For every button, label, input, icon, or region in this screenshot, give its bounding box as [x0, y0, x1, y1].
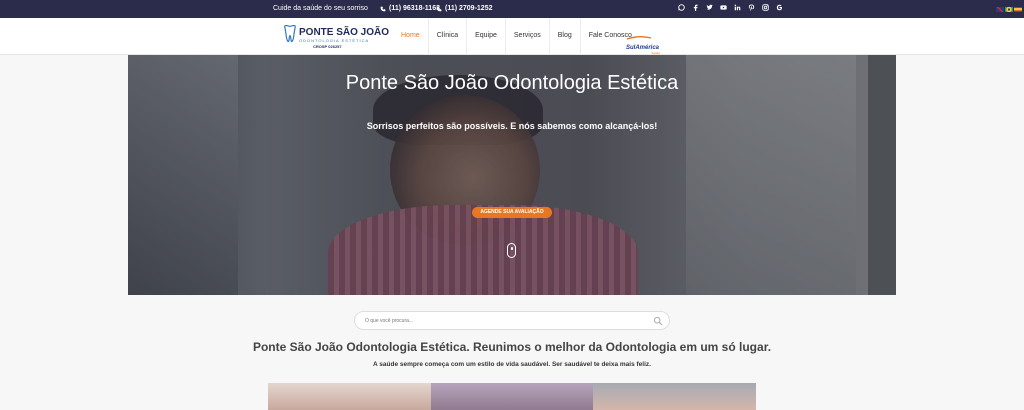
whatsapp-icon[interactable]: [678, 4, 685, 13]
sulamerica-swoosh-icon: [626, 36, 652, 40]
brazil-flag-icon[interactable]: [1005, 7, 1013, 12]
google-icon[interactable]: [776, 4, 783, 13]
uk-flag-icon[interactable]: [996, 7, 1004, 12]
top-bar: Cuide da saúde do seu sorriso (11) 96318…: [0, 0, 1024, 18]
phone-number-2: (11) 2709-1252: [445, 5, 493, 12]
search-icon[interactable]: [653, 316, 663, 326]
hero-banner: Ponte São João Odontologia Estética Sorr…: [128, 55, 896, 295]
section-headline: Ponte São João Odontologia Estética. Reu…: [252, 340, 772, 354]
main-navbar: PONTE SÃO JOÃO ODONTOLOGIA ESTÉTICA CROS…: [0, 18, 1024, 55]
search-bar: [354, 311, 670, 330]
phone-number-1: (11) 96318-1163: [389, 5, 440, 12]
hero-subtitle: Sorrisos perfeitos são possíveis. E nós …: [366, 121, 658, 131]
logo-name: PONTE SÃO JOÃO: [299, 27, 390, 38]
scroll-down-mouse-icon[interactable]: [507, 243, 516, 258]
hero-title: Ponte São João Odontologia Estética: [345, 72, 679, 94]
tooth-logo-icon: [284, 25, 296, 43]
phone-link-2[interactable]: (11) 2709-1252: [436, 5, 492, 12]
language-flags: [996, 7, 1022, 12]
logo-subtitle: ODONTOLOGIA ESTÉTICA: [299, 38, 370, 43]
search-input[interactable]: [365, 316, 645, 326]
site-logo[interactable]: PONTE SÃO JOÃO ODONTOLOGIA ESTÉTICA CROS…: [283, 25, 389, 51]
topbar-tagline: Cuide da saúde do seu sorriso: [273, 5, 368, 12]
twitter-icon[interactable]: [706, 4, 713, 13]
main-nav: Home Clínica Equipe Serviços Blog Fale C…: [393, 18, 640, 55]
logo-cro-number: CROSP 026257: [313, 44, 342, 49]
linkedin-icon[interactable]: [734, 4, 741, 13]
phone-icon: [380, 6, 386, 11]
phone-link-1[interactable]: (11) 96318-1163: [380, 5, 440, 12]
service-card-image-1[interactable]: [268, 383, 431, 410]
service-cards: [268, 383, 757, 410]
youtube-icon[interactable]: [720, 4, 727, 13]
pinterest-icon[interactable]: [748, 4, 755, 13]
service-card-image-3[interactable]: [593, 383, 757, 410]
nav-item-blog[interactable]: Blog: [550, 18, 581, 55]
nav-item-equipe[interactable]: Equipe: [467, 18, 506, 55]
phone-icon: [436, 6, 442, 11]
nav-item-clinica[interactable]: Clínica: [429, 18, 468, 55]
spain-flag-icon[interactable]: [1014, 7, 1022, 12]
facebook-icon[interactable]: [692, 4, 699, 13]
nav-item-servicos[interactable]: Serviços: [506, 18, 550, 55]
service-card-image-2[interactable]: [430, 383, 594, 410]
partner-logo-sulamerica[interactable]: SulAmérica Saúde: [626, 27, 660, 55]
schedule-evaluation-button[interactable]: AGENDE SUA AVALIAÇÃO: [472, 207, 552, 218]
section-tagline: A saúde sempre começa com um estilo de v…: [373, 361, 651, 368]
instagram-icon[interactable]: [762, 4, 769, 13]
social-links: [678, 4, 783, 13]
nav-item-home[interactable]: Home: [393, 18, 429, 55]
